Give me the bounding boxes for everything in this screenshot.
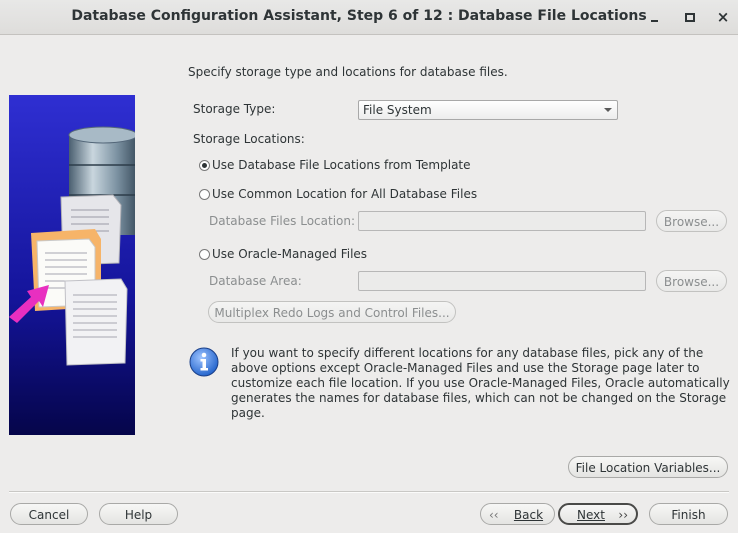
- chevron-right-icon: ››: [618, 508, 628, 522]
- browse-db-area-button[interactable]: Browse...: [656, 270, 727, 292]
- storage-type-label: Storage Type:: [193, 102, 276, 116]
- browse-files-location-button[interactable]: Browse...: [656, 210, 727, 232]
- storage-type-select[interactable]: File System: [358, 100, 618, 120]
- next-button[interactable]: Next ››: [558, 503, 638, 525]
- radio-common-location[interactable]: [199, 189, 210, 200]
- info-text: If you want to specify different locatio…: [231, 346, 730, 420]
- db-files-location-input[interactable]: [358, 211, 646, 231]
- database-illustration: [9, 95, 135, 435]
- next-button-label: Next: [577, 508, 605, 522]
- db-area-label: Database Area:: [209, 274, 302, 288]
- footer-divider: [9, 491, 729, 493]
- radio-oracle-managed[interactable]: [199, 249, 210, 260]
- window-title: Database Configuration Assistant, Step 6…: [71, 8, 647, 24]
- db-area-input[interactable]: [358, 271, 646, 291]
- cancel-button[interactable]: Cancel: [10, 503, 88, 525]
- multiplex-redo-button[interactable]: Multiplex Redo Logs and Control Files...: [208, 301, 456, 323]
- minimize-icon[interactable]: [646, 8, 664, 26]
- storage-type-value: File System: [363, 103, 432, 117]
- chevron-down-icon: [604, 108, 612, 112]
- radio-template-locations[interactable]: [199, 160, 210, 171]
- help-button[interactable]: Help: [99, 503, 178, 525]
- radio-oracle-managed-label[interactable]: Use Oracle-Managed Files: [212, 247, 367, 261]
- radio-template-locations-label[interactable]: Use Database File Locations from Templat…: [212, 158, 471, 172]
- back-button-label: Back: [513, 508, 544, 522]
- maximize-icon[interactable]: [681, 8, 699, 26]
- back-button[interactable]: ‹‹ Back: [480, 503, 555, 525]
- info-icon: [189, 347, 219, 377]
- db-files-location-label: Database Files Location:: [209, 214, 356, 228]
- finish-button[interactable]: Finish: [649, 503, 728, 525]
- radio-common-location-label[interactable]: Use Common Location for All Database Fil…: [212, 187, 477, 201]
- intro-text: Specify storage type and locations for d…: [188, 65, 508, 79]
- file-location-variables-button[interactable]: File Location Variables...: [568, 456, 728, 478]
- close-icon[interactable]: ×: [714, 8, 732, 26]
- title-bar: Database Configuration Assistant, Step 6…: [0, 0, 738, 35]
- chevron-left-icon: ‹‹: [489, 508, 499, 522]
- storage-locations-label: Storage Locations:: [193, 132, 305, 146]
